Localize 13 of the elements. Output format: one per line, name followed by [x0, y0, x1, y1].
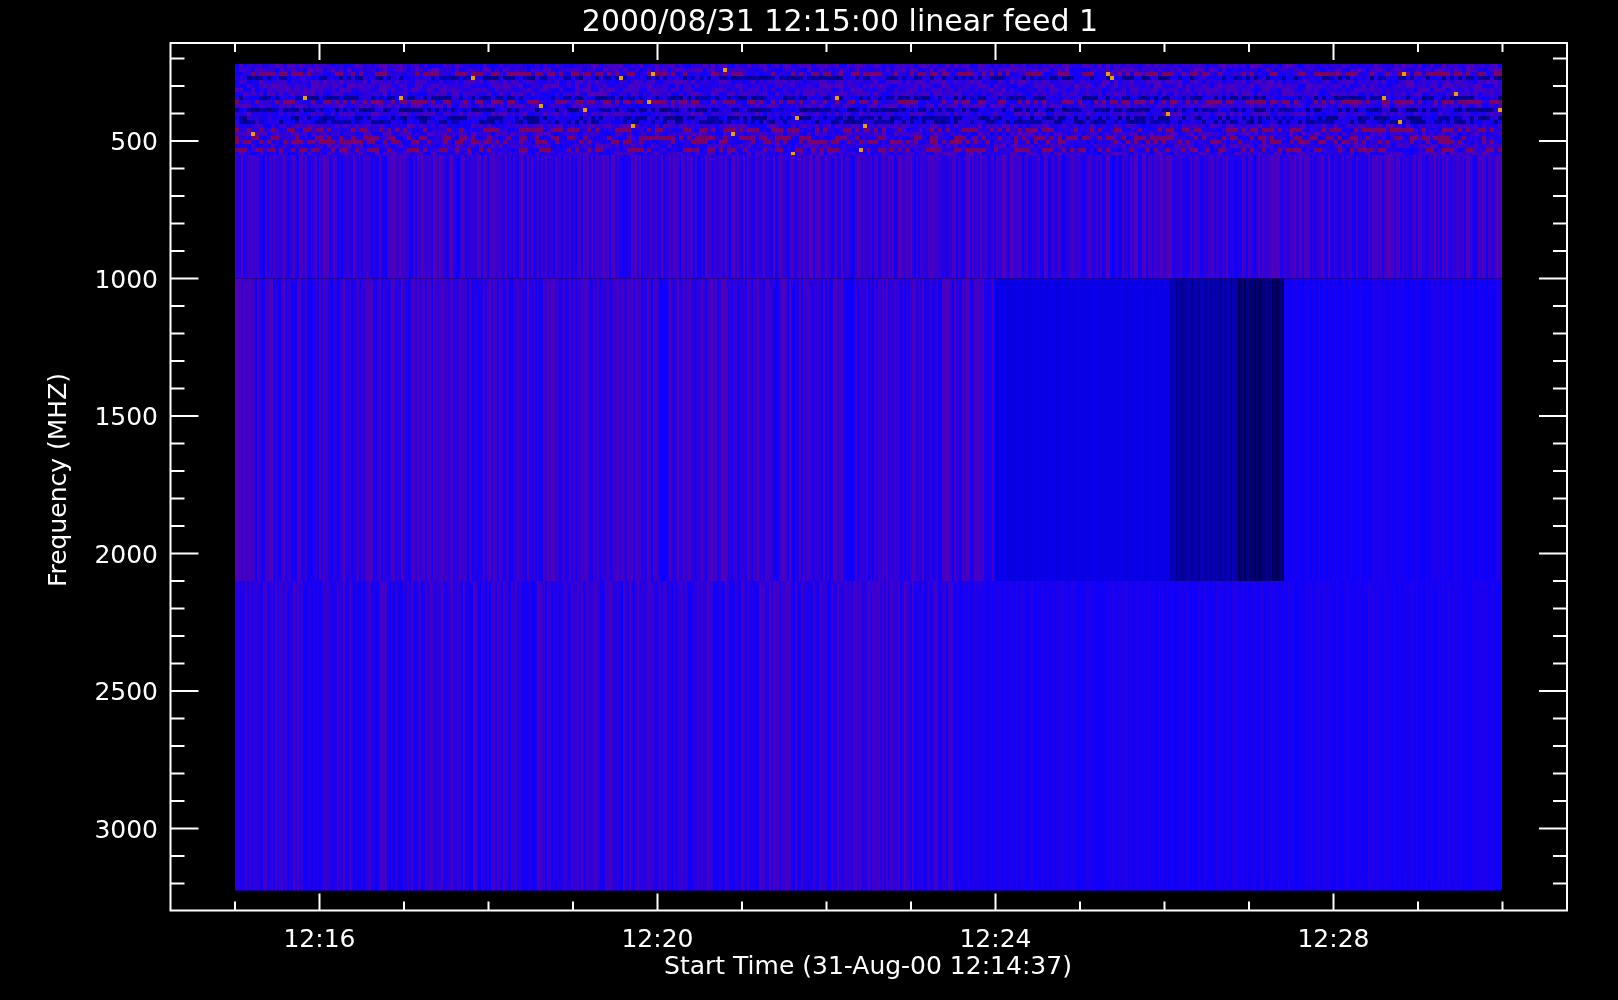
x-tick-label: 12:24 [959, 924, 1032, 953]
plot-title: 2000/08/31 12:15:00 linear feed 1 [581, 3, 1099, 38]
x-tick-label: 12:20 [621, 924, 694, 953]
y-tick-label: 3000 [94, 814, 158, 844]
y-tick-label: 1500 [94, 402, 158, 431]
y-axis-label: Frequency (MHZ) [43, 372, 72, 588]
y-tick-label: 500 [110, 127, 158, 156]
x-axis-label: Start Time (31-Aug-00 12:14:37) [664, 951, 1072, 980]
x-tick-label: 12:16 [283, 924, 356, 953]
y-tick-label: 2500 [94, 677, 158, 706]
y-tick-label: 2000 [94, 539, 158, 569]
x-tick-label: 12:28 [1297, 924, 1370, 953]
y-tick-label: 1000 [94, 264, 158, 294]
